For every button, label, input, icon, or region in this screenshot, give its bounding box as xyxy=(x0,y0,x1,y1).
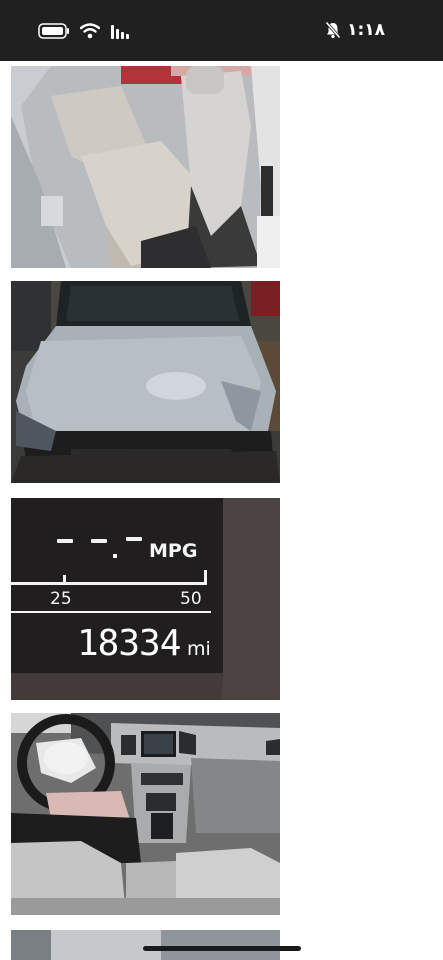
scale-high-label: 50 xyxy=(180,589,202,609)
rear-seats-image xyxy=(11,66,280,268)
home-indicator[interactable] xyxy=(143,946,301,951)
photo-odometer[interactable]: MPG 25 50 18334 mi xyxy=(11,498,280,700)
bell-muted-icon xyxy=(325,21,341,39)
battery-icon xyxy=(38,23,70,39)
status-icons-left xyxy=(38,20,130,42)
odometer-miles: 18334 xyxy=(77,623,180,664)
odometer-unit: mi xyxy=(187,638,211,660)
status-bar: ١:١٨ xyxy=(0,0,443,61)
exterior-partial-image xyxy=(11,930,280,960)
screen: ١:١٨ MPG 25 50 18334 mi xyxy=(0,0,443,960)
mpg-label: MPG xyxy=(149,540,197,562)
photo-dashboard-airbag[interactable] xyxy=(11,713,280,915)
front-hood-image xyxy=(11,281,280,483)
dashboard-airbag-image xyxy=(11,713,280,915)
signal-icon xyxy=(110,23,130,39)
photo-front-hood[interactable] xyxy=(11,281,280,483)
wifi-icon xyxy=(80,23,100,39)
odometer-image: MPG 25 50 18334 mi xyxy=(11,498,280,700)
photo-list[interactable]: MPG 25 50 18334 mi xyxy=(0,61,443,960)
photo-exterior-partial[interactable] xyxy=(11,930,280,960)
photo-rear-seats[interactable] xyxy=(11,66,280,268)
scale-low-label: 25 xyxy=(50,589,72,609)
status-time: ١:١٨ xyxy=(347,20,385,40)
status-icons-right: ١:١٨ xyxy=(325,18,385,42)
